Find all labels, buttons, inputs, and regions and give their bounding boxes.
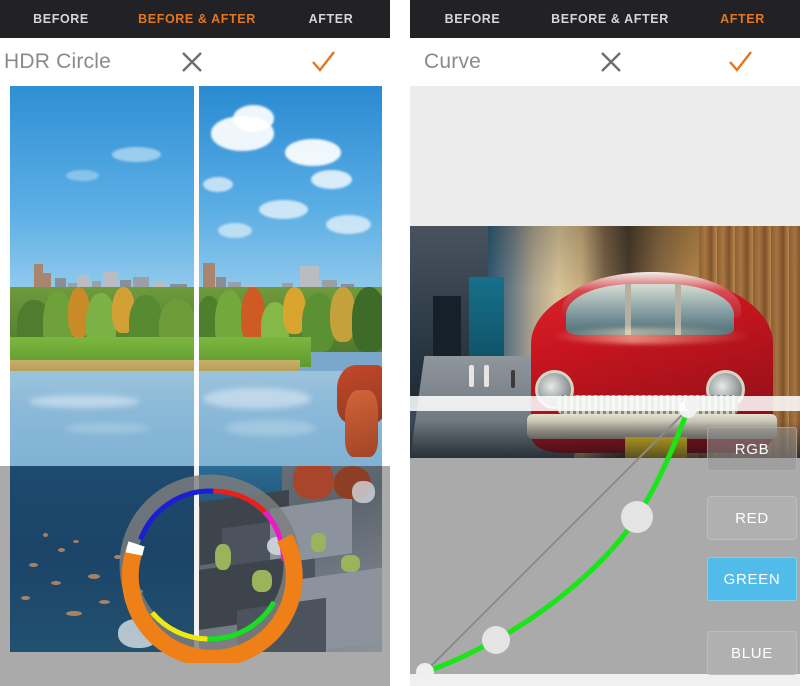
right-panel-blank-area <box>410 86 800 226</box>
channel-button-blue[interactable]: BLUE <box>707 631 797 675</box>
checkmark-icon[interactable] <box>723 45 757 79</box>
channel-button-green[interactable]: GREEN <box>707 557 797 601</box>
right-tool-title: Curve <box>424 50 482 73</box>
left-tab-after[interactable]: AFTER <box>272 12 390 26</box>
left-title-bar: HDR Circle <box>0 38 390 86</box>
left-tool-title: HDR Circle <box>4 50 111 73</box>
screenshot-stage: BEFORE BEFORE & AFTER AFTER HDR Circle B… <box>0 0 800 686</box>
right-tab-before-after[interactable]: BEFORE & AFTER <box>535 12 685 26</box>
left-phone-panel: BEFORE BEFORE & AFTER AFTER HDR Circle <box>0 0 390 686</box>
channel-button-red[interactable]: RED <box>707 496 797 540</box>
channel-label-rgb: RGB <box>734 440 770 458</box>
right-phone-panel: BEFORE BEFORE & AFTER AFTER Curve RGB RE… <box>410 0 800 686</box>
wheel-marker <box>125 541 145 556</box>
channel-label-red: RED <box>735 509 769 527</box>
preview-before-half <box>10 86 196 466</box>
right-preview-photo[interactable] <box>410 226 800 458</box>
left-tab-before-after[interactable]: BEFORE & AFTER <box>122 12 272 26</box>
right-tab-after[interactable]: AFTER <box>685 12 800 26</box>
channel-label-blue: BLUE <box>731 644 773 662</box>
left-tab-before[interactable]: BEFORE <box>0 12 122 26</box>
right-tab-before[interactable]: BEFORE <box>410 12 535 26</box>
before-after-split-divider[interactable] <box>194 86 199 466</box>
left-tab-bar: BEFORE BEFORE & AFTER AFTER <box>0 0 390 38</box>
compare-slider-knob[interactable] <box>685 397 699 411</box>
compare-slider[interactable] <box>410 396 800 411</box>
close-x-icon[interactable] <box>594 45 628 79</box>
left-preview-photo[interactable] <box>10 86 382 466</box>
right-tab-bar: BEFORE BEFORE & AFTER AFTER <box>410 0 800 38</box>
close-x-icon[interactable] <box>175 45 209 79</box>
channel-label-green: GREEN <box>723 570 781 588</box>
hdr-circle-wheel[interactable] <box>113 468 308 663</box>
lake-before <box>10 371 196 466</box>
preview-after-half <box>196 86 382 466</box>
right-title-bar: Curve <box>410 38 800 86</box>
right-panel-footer <box>410 674 800 686</box>
lake-after <box>196 365 382 466</box>
channel-button-rgb[interactable]: RGB <box>707 427 797 471</box>
checkmark-icon[interactable] <box>306 45 340 79</box>
